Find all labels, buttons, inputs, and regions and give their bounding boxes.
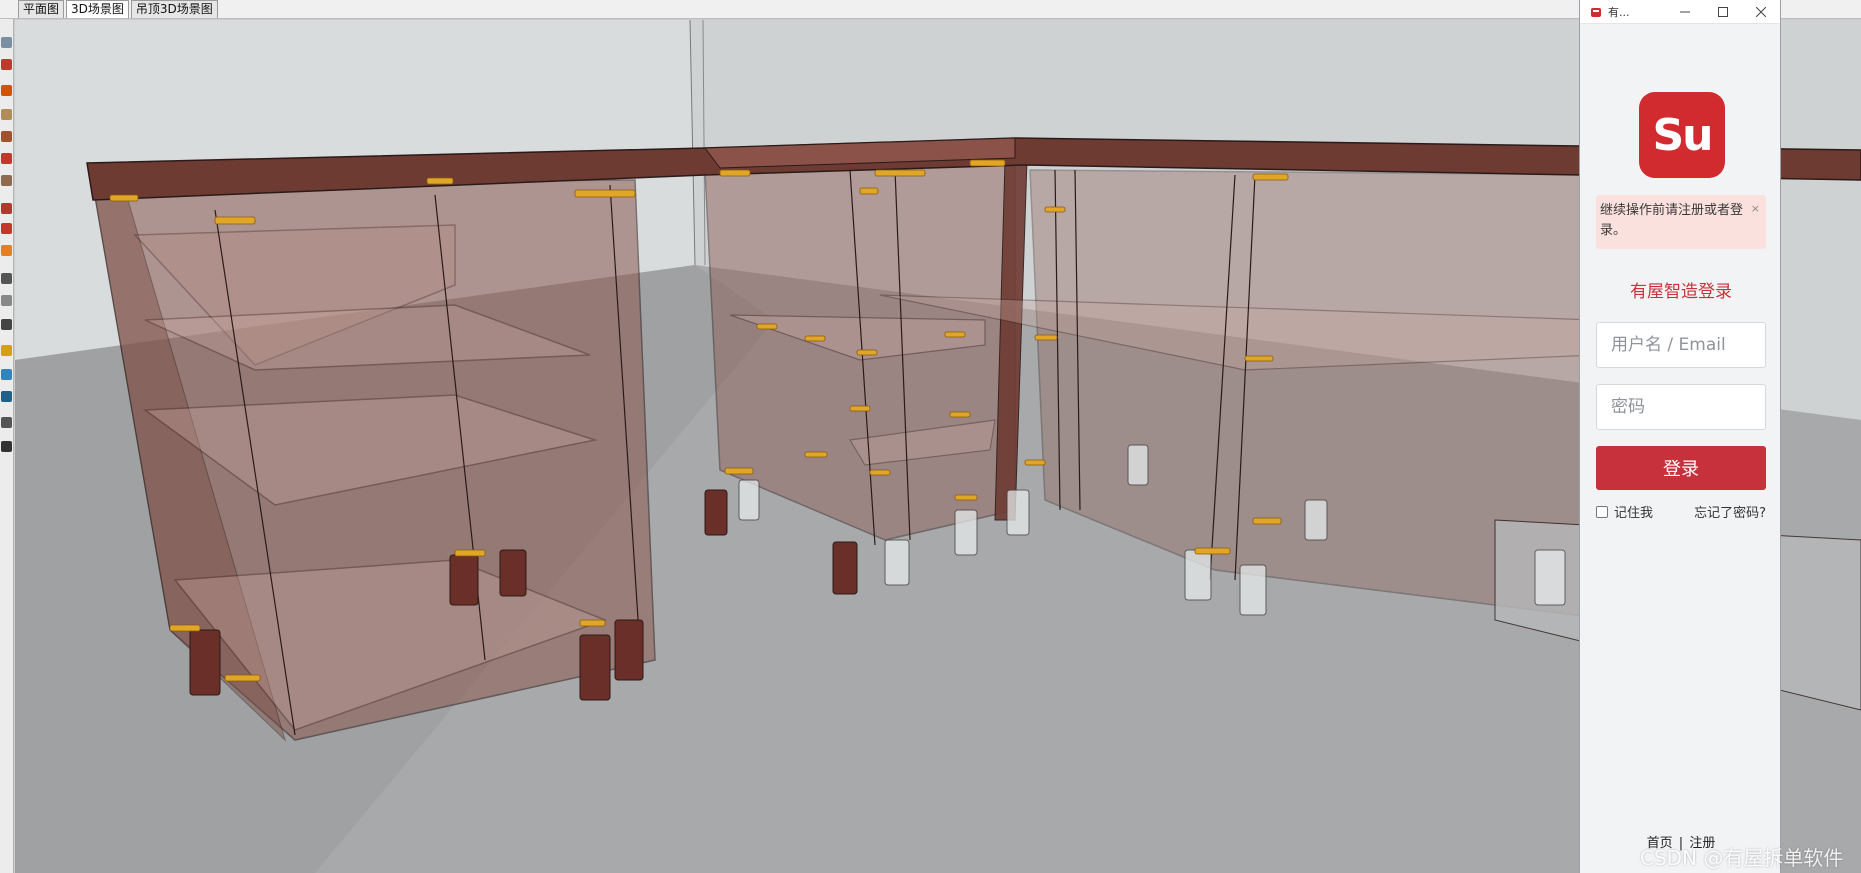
tab-ceiling-3d-scene[interactable]: 吊顶3D场景图: [130, 0, 218, 18]
username-input[interactable]: [1596, 322, 1766, 368]
circle-icon[interactable]: [1, 131, 12, 142]
app-icon: [1590, 6, 1602, 18]
walk-icon[interactable]: [1, 417, 12, 428]
login-button[interactable]: 登录: [1596, 446, 1766, 490]
notice-text: 继续操作前请注册或者登录。: [1600, 203, 1744, 238]
notice-close-icon[interactable]: ×: [1751, 199, 1760, 219]
pencil-icon[interactable]: [1, 59, 12, 70]
close-icon[interactable]: [1742, 0, 1780, 24]
move-icon[interactable]: [1, 203, 12, 214]
push-pull-icon[interactable]: [1, 175, 12, 186]
minimize-icon[interactable]: [1666, 0, 1704, 24]
section-icon[interactable]: [1, 441, 12, 452]
sketchup-window: 平面图 3D场景图 吊顶3D场景图 有... Su 继续操作前请注册或者登录。 …: [0, 0, 1861, 873]
remember-me-label: 记住我: [1614, 506, 1654, 521]
tab-3d-scene[interactable]: 3D场景图: [66, 0, 129, 18]
line-icon[interactable]: [1, 85, 12, 96]
maximize-icon[interactable]: [1704, 0, 1742, 24]
pan-icon[interactable]: [1, 369, 12, 380]
rectangle-icon[interactable]: [1, 109, 12, 120]
password-input[interactable]: [1596, 384, 1766, 430]
remember-me-checkbox[interactable]: [1596, 505, 1608, 518]
zoom-icon[interactable]: [1, 391, 12, 402]
tape-measure-icon[interactable]: [1, 273, 12, 284]
arc-icon[interactable]: [1, 153, 12, 164]
remember-me[interactable]: 记住我: [1596, 502, 1653, 521]
tool-palette: [0, 19, 14, 873]
csdn-watermark: CSDN @有屋拆单软件: [1640, 846, 1844, 870]
login-notice: 继续操作前请注册或者登录。 ×: [1596, 195, 1766, 249]
dimension-icon[interactable]: [1, 319, 12, 330]
eraser-icon[interactable]: [1, 245, 12, 256]
window-title: 有...: [1608, 5, 1630, 19]
login-heading: 有屋智造登录: [1630, 282, 1732, 302]
orbit-icon[interactable]: [1, 37, 12, 48]
sketchup-logo: Su: [1639, 92, 1725, 178]
tab-floor-plan[interactable]: 平面图: [18, 0, 65, 18]
login-dialog: 有... Su 继续操作前请注册或者登录。 × 有屋智造登录 登录 记住我: [1579, 0, 1781, 873]
text-icon[interactable]: [1, 295, 12, 306]
protractor-icon[interactable]: [1, 345, 12, 356]
logo-text: Su: [1652, 109, 1713, 161]
login-titlebar[interactable]: 有...: [1580, 0, 1780, 24]
forgot-password-link[interactable]: 忘记了密码?: [1694, 502, 1766, 521]
paint-bucket-icon[interactable]: [1, 223, 12, 234]
